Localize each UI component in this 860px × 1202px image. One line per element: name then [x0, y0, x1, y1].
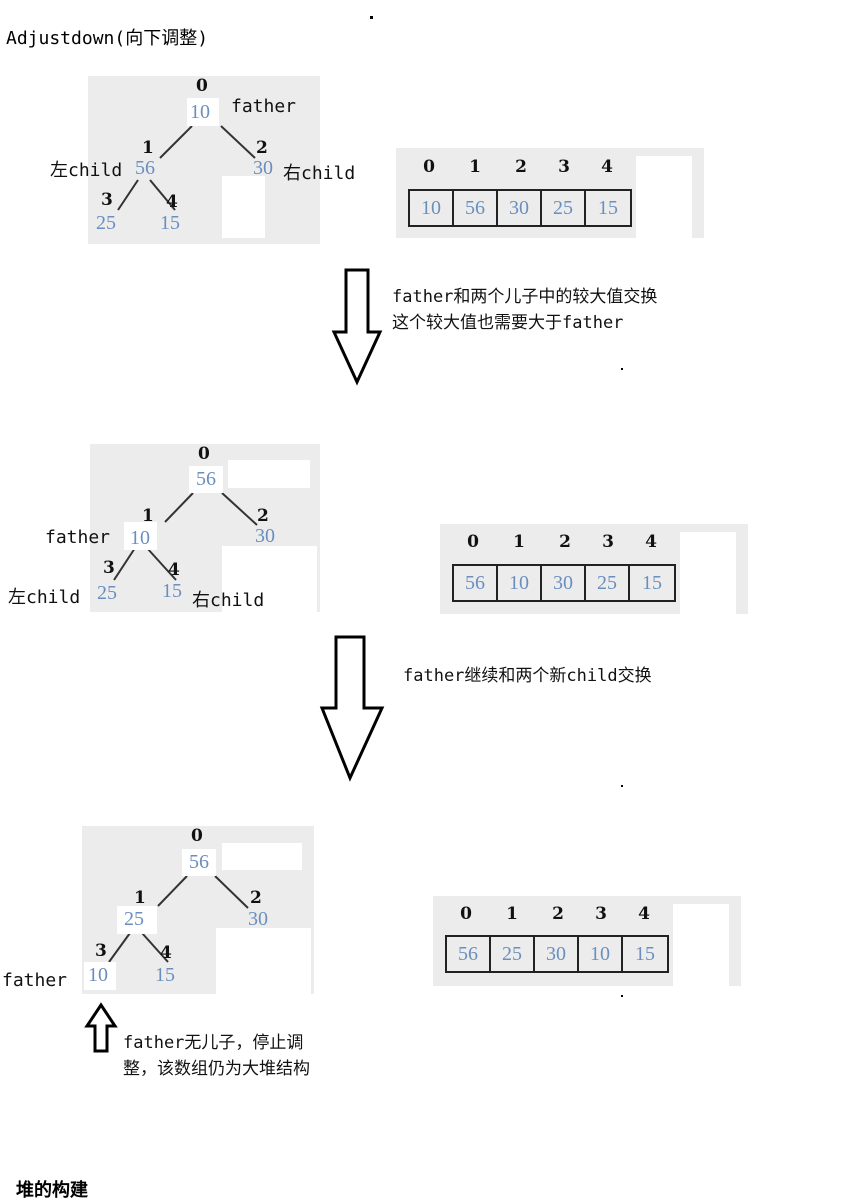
up-arrow-icon [84, 1002, 118, 1053]
node-index-2: 2 [250, 888, 262, 908]
section-heading: 堆的构建 [16, 1180, 88, 1201]
step3-caption: father无儿子，停止调 整，该数组仍为大堆结构 [123, 1030, 310, 1082]
node-index-3: 3 [95, 941, 107, 961]
father-label: father [2, 970, 68, 991]
node-value-1: 25 [124, 908, 144, 930]
node-index-4: 4 [160, 943, 172, 963]
node-value-0: 56 [189, 851, 209, 873]
array-cell: 15 [623, 937, 667, 971]
stray-dot [621, 995, 623, 997]
array-cell: 10 [579, 937, 623, 971]
array-value: 25 [502, 942, 522, 965]
array-cell: 30 [535, 937, 579, 971]
array-cell: 25 [491, 937, 535, 971]
mask-patch [673, 904, 729, 986]
caption-line: father无儿子，停止调 [123, 1033, 304, 1053]
array-cell: 56 [447, 937, 491, 971]
array-row: 56 25 30 10 15 [445, 935, 669, 973]
array-index: 4 [638, 904, 650, 924]
node-value-2: 30 [248, 908, 268, 930]
node-value-4: 15 [155, 964, 175, 986]
caption-line: 整，该数组仍为大堆结构 [123, 1059, 310, 1079]
array-value: 56 [458, 942, 478, 965]
edge-1-3 [108, 932, 131, 963]
array-value: 15 [635, 942, 655, 965]
array-value: 10 [590, 942, 610, 965]
node-index-1: 1 [134, 888, 146, 908]
edge-0-1 [157, 875, 188, 907]
array-index: 3 [595, 904, 607, 924]
tree-edges [108, 875, 249, 963]
array-index: 1 [506, 904, 518, 924]
array-value: 30 [546, 942, 566, 965]
array-indices: 0 1 2 3 4 [443, 904, 667, 924]
array-index: 2 [552, 904, 564, 924]
node-index-0: 0 [191, 826, 203, 846]
node-value-3: 10 [88, 964, 108, 986]
edge-0-2 [214, 875, 249, 909]
array-index: 0 [460, 904, 472, 924]
